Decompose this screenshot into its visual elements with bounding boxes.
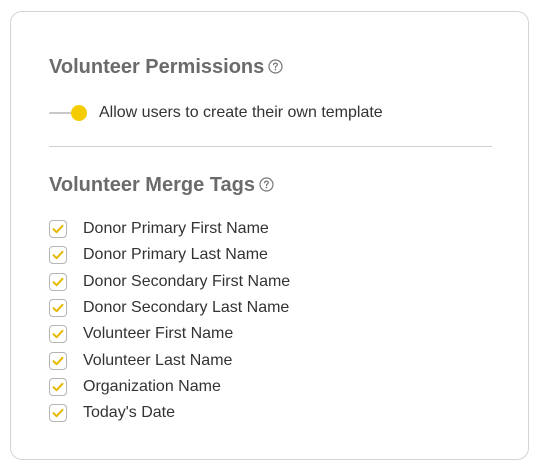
merge-tag-checkbox[interactable]: [49, 220, 67, 239]
check-icon: [52, 277, 64, 286]
merge-tag-label: Today's Date: [83, 404, 175, 422]
check-icon: [52, 224, 64, 234]
permissions-title: Volunteer Permissions: [49, 56, 265, 78]
merge-tag-item[interactable]: Donor Secondary Last Name: [49, 295, 290, 321]
template-permission-toggle[interactable]: [49, 102, 89, 124]
check-icon: [52, 356, 64, 365]
check-icon: [52, 382, 64, 392]
merge-tags-heading: Volunteer Merge Tags: [49, 174, 274, 197]
merge-tag-checkbox[interactable]: [49, 404, 67, 423]
merge-tag-label: Organization Name: [83, 377, 221, 395]
merge-tag-label: Donor Primary Last Name: [83, 246, 268, 264]
question-circle-icon[interactable]: [268, 59, 283, 74]
merge-tag-item[interactable]: Organization Name: [49, 374, 290, 400]
toggle-knob[interactable]: [71, 105, 87, 121]
merge-tag-item[interactable]: Volunteer Last Name: [49, 347, 290, 373]
merge-tag-checkbox[interactable]: [49, 246, 67, 265]
settings-card: Volunteer Permissions Allow users to cre…: [10, 11, 529, 460]
merge-tag-checkbox[interactable]: [49, 377, 67, 396]
merge-tag-list: Donor Primary First Name Donor Primary L…: [49, 216, 290, 426]
check-icon: [52, 251, 64, 260]
merge-tag-checkbox[interactable]: [49, 325, 67, 344]
merge-tag-label: Donor Secondary Last Name: [83, 299, 290, 317]
check-icon: [52, 303, 64, 313]
check-icon: [52, 409, 64, 418]
merge-tag-checkbox[interactable]: [49, 351, 67, 370]
merge-tag-item[interactable]: Volunteer First Name: [49, 321, 290, 347]
question-circle-icon[interactable]: [259, 177, 274, 192]
merge-tag-item[interactable]: Donor Primary Last Name: [49, 242, 290, 268]
merge-tag-label: Volunteer Last Name: [83, 351, 233, 369]
merge-tags-title: Volunteer Merge Tags: [49, 174, 255, 196]
section-divider: [49, 146, 492, 147]
merge-tag-checkbox[interactable]: [49, 272, 67, 291]
merge-tag-item[interactable]: Donor Primary First Name: [49, 216, 290, 242]
check-icon: [52, 330, 64, 339]
template-permission-label: Allow users to create their own template: [99, 104, 383, 121]
merge-tag-label: Donor Primary First Name: [83, 220, 269, 238]
merge-tag-item[interactable]: Donor Secondary First Name: [49, 269, 290, 295]
merge-tag-checkbox[interactable]: [49, 299, 67, 318]
permissions-heading: Volunteer Permissions: [49, 56, 283, 79]
merge-tag-label: Volunteer First Name: [83, 325, 234, 343]
merge-tag-item[interactable]: Today's Date: [49, 400, 290, 426]
merge-tag-label: Donor Secondary First Name: [83, 272, 291, 290]
template-permission-row: Allow users to create their own template: [49, 102, 383, 124]
